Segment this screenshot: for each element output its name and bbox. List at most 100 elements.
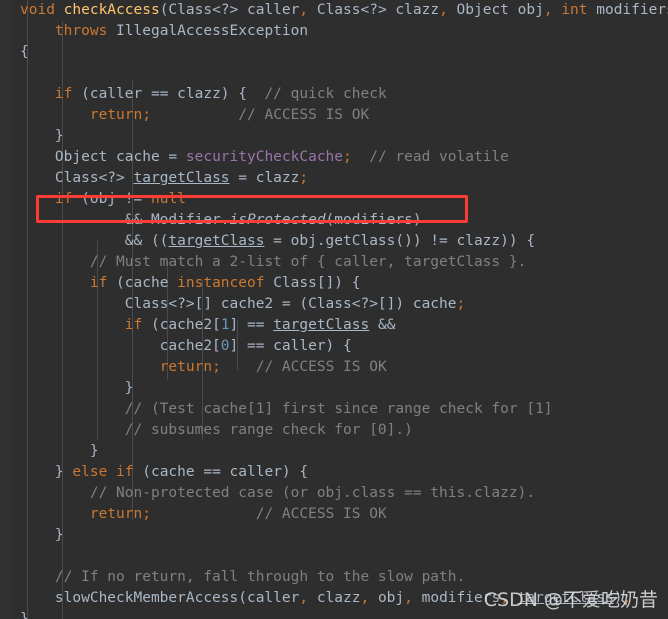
code-line[interactable]: } — [0, 378, 668, 399]
code-token: throws — [54, 23, 108, 39]
code-token: Class<?> clazz — [316, 2, 440, 18]
code-line[interactable]: if (cache2[1] == targetClass && — [0, 315, 668, 336]
code-line[interactable]: } else if (cache == caller) { — [0, 462, 668, 483]
code-token: , — [439, 2, 448, 18]
code-token: } — [20, 443, 99, 459]
code-content[interactable]: void checkAccess(Class<?> caller, Class<… — [0, 0, 668, 619]
code-line[interactable]: // If no return, fall through to the slo… — [0, 567, 668, 588]
code-token: modifiers) — [596, 2, 668, 18]
code-token: // ACCESS IS OK — [255, 506, 387, 522]
code-token: (caller == clazz) { — [72, 86, 265, 102]
code-token: } — [20, 380, 134, 396]
code-line[interactable] — [0, 63, 668, 84]
code-line[interactable]: } — [0, 441, 668, 462]
code-line[interactable]: return; // ACCESS IS OK — [0, 504, 668, 525]
code-token: (cache == caller) { — [133, 464, 309, 480]
code-token: ] == — [229, 317, 274, 333]
code-line[interactable]: if (cache instanceof Class[]) { — [0, 273, 668, 294]
code-token: Object cache = — [20, 149, 186, 165]
code-token: ; — [212, 359, 221, 375]
code-line[interactable]: // subsumes range check for [0].) — [0, 420, 668, 441]
code-token: } — [20, 611, 29, 619]
csdn-watermark: CSDN @不爱吃奶昔 — [483, 589, 658, 611]
code-line[interactable]: void checkAccess(Class<?> caller, Class<… — [0, 0, 668, 21]
code-line[interactable]: if (caller == clazz) { // quick check — [0, 84, 668, 105]
code-token: // If no return, fall through to the slo… — [54, 569, 466, 585]
code-token: , — [404, 590, 413, 606]
code-token: { — [20, 44, 29, 60]
code-token: // read volatile — [369, 149, 509, 165]
code-token: // (Test cache[1] first since range chec… — [124, 401, 553, 417]
code-token: Class<?> caller — [168, 2, 300, 18]
code-token: if — [89, 275, 108, 291]
code-line[interactable]: && ((targetClass = obj.getClass()) != cl… — [0, 231, 668, 252]
code-line[interactable]: } — [0, 126, 668, 147]
code-token: ; — [142, 506, 151, 522]
code-token: checkAccess — [63, 2, 160, 18]
code-token: 0 — [220, 338, 230, 354]
code-line[interactable]: // (Test cache[1] first since range chec… — [0, 399, 668, 420]
code-line[interactable]: Object cache = securityCheckCache; // re… — [0, 147, 668, 168]
code-line[interactable]: { — [0, 42, 668, 63]
code-token: slowCheckMemberAccess(caller — [20, 590, 300, 606]
code-token: ; — [456, 296, 466, 312]
code-token: != — [124, 191, 143, 207]
code-token: } — [20, 128, 64, 144]
code-line[interactable] — [0, 546, 668, 567]
code-token: // ACCESS IS OK — [255, 359, 387, 375]
code-token: clazz — [308, 590, 361, 606]
code-line[interactable]: Class<?> targetClass = clazz; — [0, 168, 668, 189]
code-token: return — [89, 107, 143, 123]
code-line[interactable]: Class<?>[] cache2 = (Class<?>[]) cache; — [0, 294, 668, 315]
code-token: return — [89, 506, 143, 522]
code-line[interactable]: return; // ACCESS IS OK — [0, 105, 668, 126]
code-line[interactable]: && Modifier.isProtected(modifiers) — [0, 210, 668, 231]
code-token: // quick check — [264, 86, 387, 102]
code-token: (cache — [107, 275, 178, 291]
code-line[interactable]: throws IllegalAccessException — [0, 21, 668, 42]
code-line[interactable]: } — [0, 525, 668, 546]
code-token: ; — [343, 149, 352, 165]
code-token: && Modifier. — [20, 212, 230, 228]
code-token: Object obj — [456, 2, 544, 18]
code-token: , — [543, 2, 553, 18]
code-token: void — [20, 2, 55, 18]
code-token: instanceof — [177, 275, 265, 291]
code-token: // subsumes range check for [0].) — [124, 422, 413, 438]
code-token: (modifiers) — [325, 212, 422, 228]
code-editor-pane[interactable]: void checkAccess(Class<?> caller, Class<… — [0, 0, 668, 619]
code-token: else — [72, 464, 108, 480]
code-token: targetClass — [133, 170, 230, 186]
code-token: Class<?>[] cache2 = (Class<?>[]) cache — [20, 296, 457, 312]
code-token: return — [159, 359, 213, 375]
code-token: // Must match a 2-list of { caller, targ… — [89, 254, 527, 270]
code-token: if — [54, 86, 73, 102]
code-token: } — [20, 527, 64, 543]
code-token: ] == caller) { — [229, 338, 352, 354]
code-token: targetClass — [168, 233, 265, 249]
code-line[interactable]: // Must match a 2-list of { caller, targ… — [0, 252, 668, 273]
code-line[interactable]: return; // ACCESS IS OK — [0, 357, 668, 378]
code-token: if — [116, 464, 134, 480]
code-token: = obj.getClass()) != clazz)) { — [264, 233, 536, 249]
code-line[interactable]: if (obj != null — [0, 189, 668, 210]
code-token: targetClass — [273, 317, 370, 333]
code-token: , — [299, 2, 309, 18]
code-line[interactable]: cache2[0] == caller) { — [0, 336, 668, 357]
code-line[interactable]: // Non-protected case (or obj.class == t… — [0, 483, 668, 504]
